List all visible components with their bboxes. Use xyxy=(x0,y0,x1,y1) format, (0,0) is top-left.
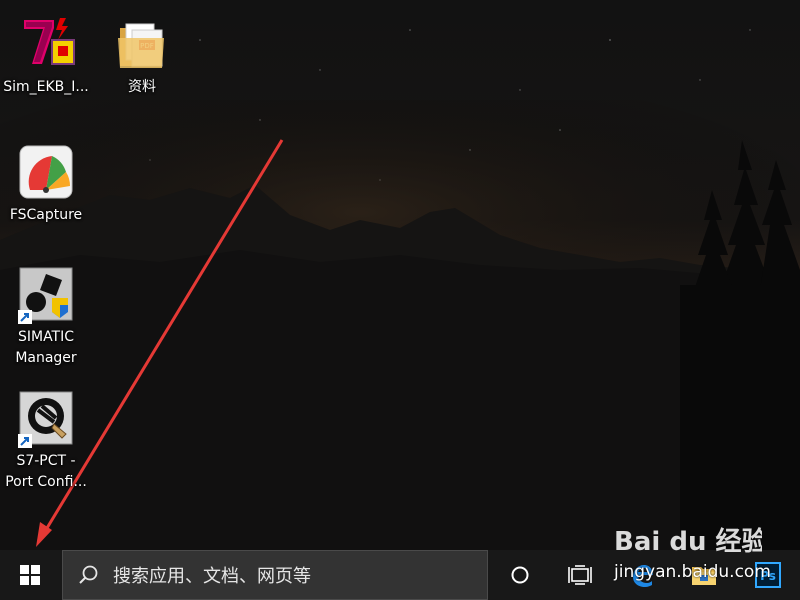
s7-pct-icon xyxy=(16,388,76,448)
desktop-icon-label: SIMATIC Manager xyxy=(15,329,77,366)
svg-text:Ps: Ps xyxy=(760,569,776,583)
search-placeholder: 搜索应用、文档、网页等 xyxy=(113,566,311,587)
search-box[interactable]: 搜索应用、文档、网页等 xyxy=(62,550,488,600)
desktop-icon-label: S7-PCT - Port Confi... xyxy=(5,453,87,490)
cortana-button[interactable] xyxy=(492,550,548,600)
desktop-icon-label: Sim_EKB_I... xyxy=(3,79,89,95)
photoshop-icon: Ps xyxy=(755,562,781,588)
desktop-icon-ziliao-folder[interactable]: PDF 资料 xyxy=(96,14,188,98)
cortana-circle-icon xyxy=(511,566,529,584)
edge-taskbar-button[interactable] xyxy=(614,550,670,600)
desktop-icon-label: 资料 xyxy=(128,79,156,95)
desktop-icon-fscapture[interactable]: FSCapture xyxy=(0,142,92,226)
search-icon xyxy=(79,565,98,584)
desktop-icon-s7-pct[interactable]: S7-PCT - Port Confi... xyxy=(0,388,92,493)
sim-ekb-icon xyxy=(16,14,76,74)
shortcut-arrow-icon xyxy=(18,434,32,448)
folder-icon: PDF xyxy=(112,14,172,74)
desktop-icon-label: FSCapture xyxy=(9,207,83,223)
edge-icon xyxy=(633,565,653,587)
windows-logo-icon xyxy=(20,565,40,585)
taskbar: 搜索应用、文档、网页等 Ps xyxy=(0,550,800,600)
desktop-icon-simatic-manager[interactable]: SIMATIC Manager xyxy=(0,264,92,369)
start-button[interactable] xyxy=(0,550,60,600)
shortcut-arrow-icon xyxy=(18,310,32,324)
simatic-manager-icon xyxy=(16,264,76,324)
desktop-icon-sim-ekb[interactable]: Sim_EKB_I... xyxy=(0,14,92,98)
photoshop-taskbar-button[interactable]: Ps xyxy=(740,550,796,600)
task-view-button[interactable] xyxy=(552,550,608,600)
desktop: Sim_EKB_I... PDF 资料 FSCapt xyxy=(0,0,800,600)
file-explorer-icon xyxy=(692,567,716,585)
file-explorer-taskbar-button[interactable] xyxy=(676,550,732,600)
fscapture-icon xyxy=(16,142,76,202)
task-view-icon xyxy=(568,565,592,585)
